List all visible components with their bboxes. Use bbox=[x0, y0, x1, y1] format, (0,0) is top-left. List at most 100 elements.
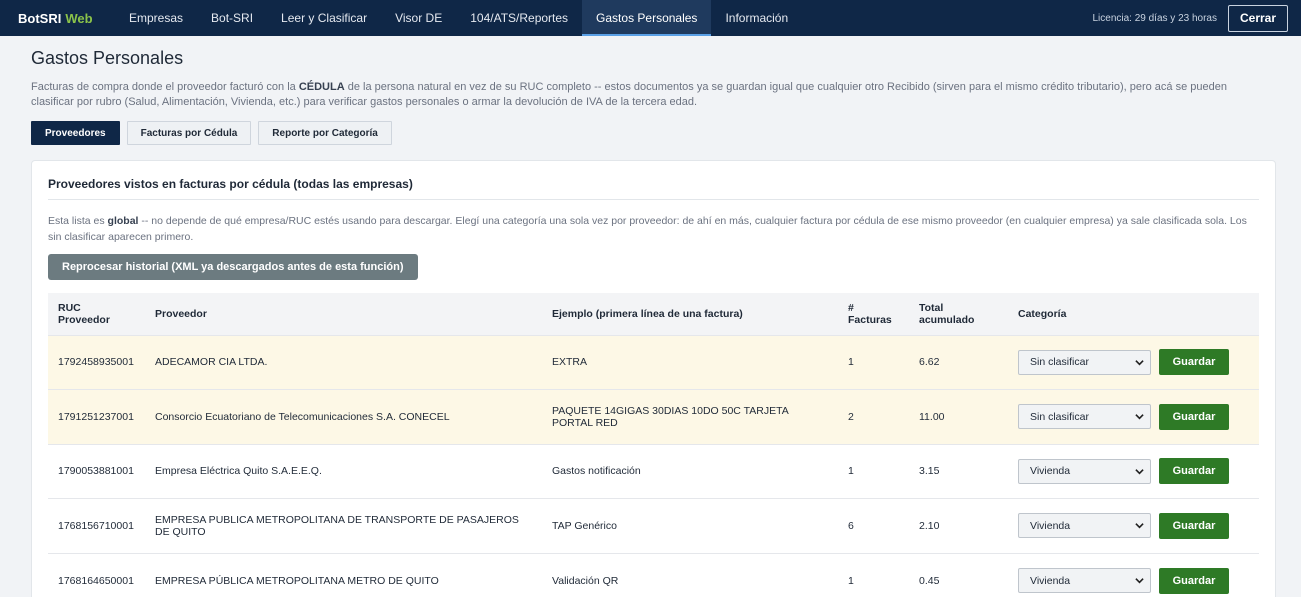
cell-ruc: 1792458935001 bbox=[58, 356, 134, 369]
cell-facturas: 2 bbox=[848, 410, 854, 423]
category-select-value: Vivienda bbox=[1030, 465, 1071, 478]
header-total: Total acumulado bbox=[909, 293, 1008, 335]
header-ruc-line2: Proveedor bbox=[58, 313, 110, 326]
cell-ejemplo: PAQUETE 14GIGAS 30DIAS 10DO 50C TARJETA … bbox=[552, 404, 789, 429]
chevron-down-icon bbox=[1135, 414, 1144, 420]
category-select[interactable]: Vivienda bbox=[1018, 568, 1151, 593]
card-description-text-2: -- no depende de qué empresa/RUC estés u… bbox=[48, 215, 1247, 243]
main-nav: Empresas Bot-SRI Leer y Clasificar Visor… bbox=[115, 0, 802, 36]
page-description-emphasis: CÉDULA bbox=[298, 81, 345, 93]
topbar-right: Licencia: 29 días y 23 horas Cerrar bbox=[1092, 0, 1288, 36]
chevron-down-icon bbox=[1135, 578, 1144, 584]
providers-card: Proveedores vistos en facturas por cédul… bbox=[31, 160, 1276, 597]
table-row: 1768164650001 EMPRESA PÚBLICA METROPOLIT… bbox=[48, 553, 1259, 597]
cell-total: 11.00 bbox=[919, 410, 945, 423]
category-select-value: Vivienda bbox=[1030, 574, 1071, 587]
logout-button[interactable]: Cerrar bbox=[1228, 4, 1288, 32]
card-description-emphasis: global bbox=[107, 215, 139, 227]
table-row: 1792458935001 ADECAMOR CIA LTDA. EXTRA 1… bbox=[48, 335, 1259, 390]
cell-categoria: Vivienda Guardar bbox=[1008, 553, 1259, 597]
nav-item-reportes[interactable]: 104/ATS/Reportes bbox=[456, 0, 582, 36]
cell-proveedor: ADECAMOR CIA LTDA. bbox=[155, 356, 268, 369]
cell-ejemplo: EXTRA bbox=[552, 356, 588, 369]
brand-suffix: Web bbox=[65, 10, 93, 26]
cell-total: 0.45 bbox=[919, 574, 940, 587]
save-button[interactable]: Guardar bbox=[1159, 458, 1229, 485]
nav-item-leer-clasificar[interactable]: Leer y Clasificar bbox=[267, 0, 381, 36]
brand-name: BotSRI bbox=[18, 10, 62, 26]
cell-ruc: 1791251237001 bbox=[58, 410, 134, 423]
category-select[interactable]: Sin clasificar bbox=[1018, 349, 1151, 375]
category-select-value: Vivienda bbox=[1030, 519, 1071, 532]
cell-facturas: 1 bbox=[848, 465, 854, 478]
chevron-down-icon bbox=[1135, 468, 1144, 475]
save-button[interactable]: Guardar bbox=[1159, 512, 1229, 539]
card-title: Proveedores vistos en facturas por cédul… bbox=[48, 161, 1259, 200]
page-description: Facturas de compra donde el proveedor fa… bbox=[31, 80, 1261, 110]
save-button[interactable]: Guardar bbox=[1159, 403, 1229, 430]
tab-reporte-por-categoria[interactable]: Reporte por Categoría bbox=[258, 121, 392, 145]
cell-categoria: Vivienda Guardar bbox=[1008, 499, 1259, 554]
chevron-down-icon bbox=[1135, 523, 1144, 529]
cell-total: 2.10 bbox=[919, 519, 940, 532]
page-description-text: Facturas de compra donde el proveedor fa… bbox=[31, 81, 299, 93]
reprocess-history-button[interactable]: Reprocesar historial (XML ya descargados… bbox=[48, 254, 418, 280]
cell-categoria: Sin clasificar Guardar bbox=[1008, 335, 1259, 390]
cell-ruc: 1768164650001 bbox=[58, 574, 134, 587]
header-total-line1: Total bbox=[919, 301, 944, 314]
card-description-text: Esta lista es bbox=[48, 215, 108, 227]
cell-facturas: 1 bbox=[848, 574, 854, 587]
cell-categoria: Vivienda Guardar bbox=[1008, 444, 1259, 499]
category-select-value: Sin clasificar bbox=[1030, 356, 1089, 369]
cell-total: 6.62 bbox=[919, 356, 940, 369]
main-content: Gastos Personales Facturas de compra don… bbox=[0, 47, 1301, 597]
save-button[interactable]: Guardar bbox=[1159, 567, 1229, 594]
header-facturas-line1: # bbox=[848, 301, 854, 314]
tab-proveedores[interactable]: Proveedores bbox=[31, 121, 120, 145]
cell-ejemplo: Validación QR bbox=[552, 574, 619, 587]
card-description: Esta lista es global -- no depende de qu… bbox=[48, 213, 1259, 245]
cell-facturas: 6 bbox=[848, 519, 854, 532]
cell-proveedor: Empresa Eléctrica Quito S.A.E.E.Q. bbox=[155, 465, 322, 478]
tab-facturas-por-cedula[interactable]: Facturas por Cédula bbox=[126, 121, 252, 145]
save-button[interactable]: Guardar bbox=[1159, 349, 1229, 376]
table-row: 1791251237001 Consorcio Ecuatoriano de T… bbox=[48, 389, 1259, 445]
cell-facturas: 1 bbox=[848, 356, 854, 369]
license-status: Licencia: 29 días y 23 horas bbox=[1092, 12, 1217, 24]
top-navbar: BotSRI Web Empresas Bot-SRI Leer y Clasif… bbox=[0, 0, 1301, 36]
category-select[interactable]: Vivienda bbox=[1018, 458, 1151, 484]
category-select-value: Sin clasificar bbox=[1030, 410, 1089, 423]
header-facturas: # Facturas bbox=[838, 293, 909, 335]
nav-item-visor-de[interactable]: Visor DE bbox=[381, 0, 456, 36]
header-proveedor: Proveedor bbox=[155, 307, 207, 320]
cell-categoria: Sin clasificar Guardar bbox=[1008, 390, 1259, 445]
cell-proveedor: EMPRESA PÚBLICA METROPOLITANA METRO DE Q… bbox=[155, 574, 439, 587]
brand-logo[interactable]: BotSRI Web bbox=[0, 0, 115, 36]
header-ejemplo: Ejemplo (primera línea de una factura) bbox=[552, 307, 743, 320]
providers-table: RUC Proveedor Proveedor Ejemplo (primera … bbox=[48, 293, 1259, 597]
category-select[interactable]: Sin clasificar bbox=[1018, 404, 1151, 430]
cell-proveedor: EMPRESA PUBLICA METROPOLITANA DE TRANSPO… bbox=[155, 513, 519, 538]
section-tabs: Proveedores Facturas por Cédula Reporte … bbox=[31, 121, 1276, 145]
cell-ruc: 1790053881001 bbox=[58, 465, 134, 478]
table-row: 1768156710001 EMPRESA PUBLICA METROPOLIT… bbox=[48, 498, 1259, 554]
header-facturas-line2: Facturas bbox=[848, 313, 892, 326]
header-ruc-line1: RUC bbox=[58, 301, 81, 314]
cell-total: 3.15 bbox=[919, 465, 940, 478]
header-categoria: Categoría bbox=[1018, 307, 1067, 320]
chevron-down-icon bbox=[1135, 359, 1144, 366]
cell-proveedor: Consorcio Ecuatoriano de Telecomunicacio… bbox=[155, 410, 450, 423]
page-title: Gastos Personales bbox=[31, 48, 184, 68]
cell-ruc: 1768156710001 bbox=[58, 519, 134, 532]
cell-ejemplo: Gastos notificación bbox=[552, 465, 641, 478]
category-select[interactable]: Vivienda bbox=[1018, 513, 1151, 539]
header-ruc: RUC Proveedor bbox=[48, 293, 145, 335]
table-row: 1790053881001 Empresa Eléctrica Quito S.… bbox=[48, 444, 1259, 499]
nav-item-gastos-personales[interactable]: Gastos Personales bbox=[582, 0, 712, 36]
nav-item-bot-sri[interactable]: Bot-SRI bbox=[197, 0, 267, 36]
cell-ejemplo: TAP Genérico bbox=[552, 519, 617, 532]
table-header-row: RUC Proveedor Proveedor Ejemplo (primera … bbox=[48, 293, 1259, 335]
nav-item-informacion[interactable]: Información bbox=[711, 0, 802, 36]
header-total-line2: acumulado bbox=[919, 313, 975, 326]
nav-item-empresas[interactable]: Empresas bbox=[115, 0, 197, 36]
